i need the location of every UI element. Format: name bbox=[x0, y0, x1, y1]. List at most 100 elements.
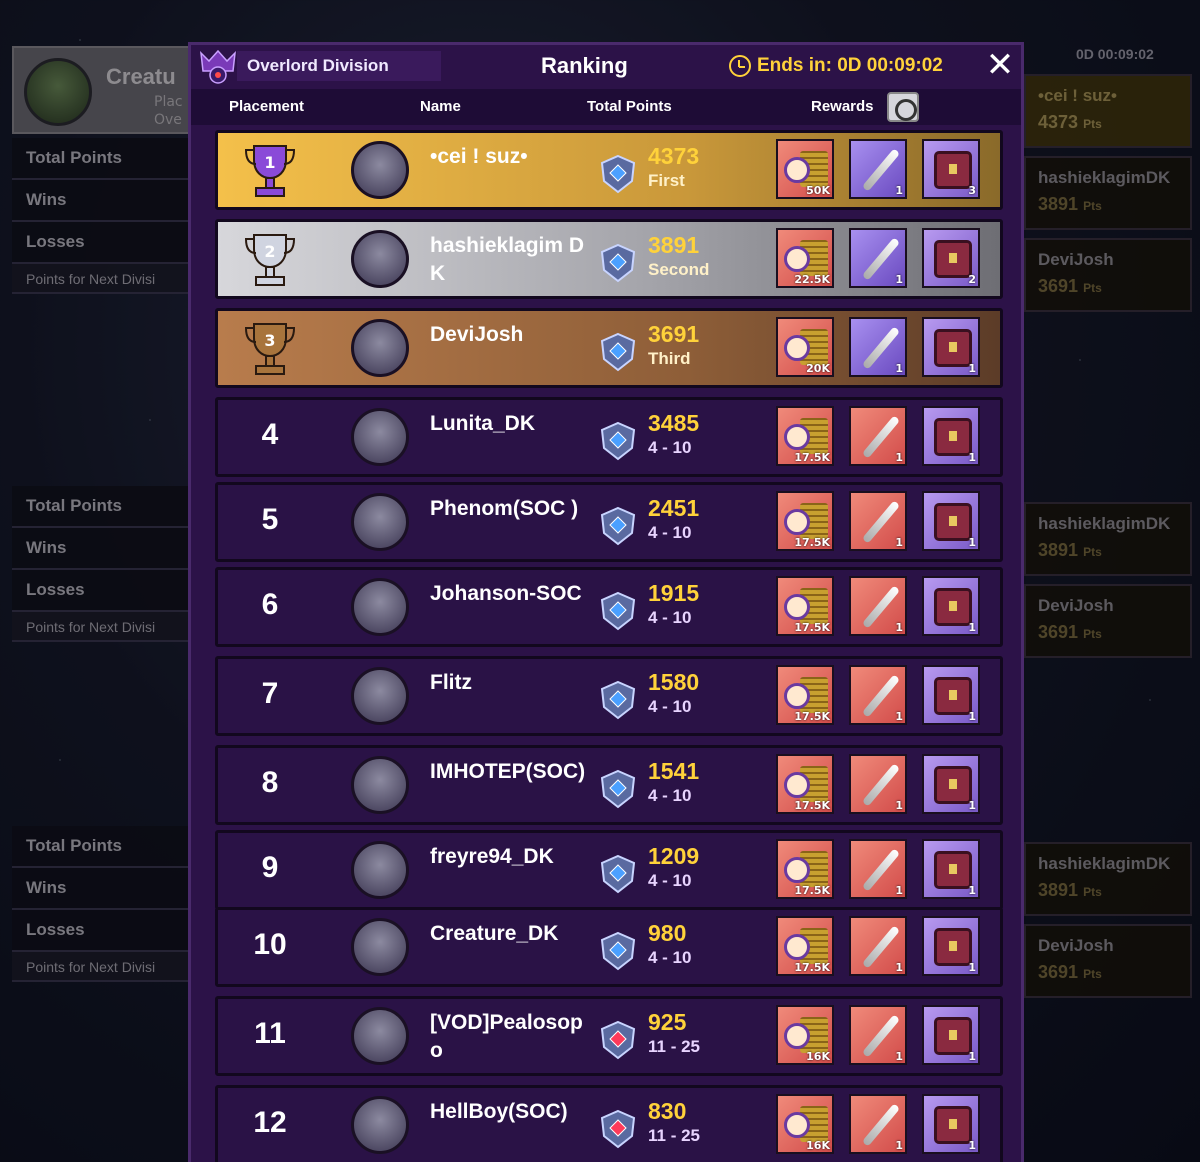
chest-reward-icon[interactable]: 1 bbox=[922, 576, 980, 636]
ranking-row[interactable]: 12 HellBoy(SOC) 830 11 - 25 16K 1 1 bbox=[215, 1085, 1003, 1162]
coin-reward-icon[interactable]: 17.5K bbox=[776, 576, 834, 636]
chest-reward-icon[interactable]: 1 bbox=[922, 754, 980, 814]
sword-reward-icon[interactable]: 1 bbox=[849, 317, 907, 377]
ranking-row[interactable]: 7 Flitz 1580 4 - 10 17.5K 1 1 bbox=[215, 656, 1003, 736]
player-avatar[interactable] bbox=[351, 1096, 409, 1154]
trophy-icon: 3 bbox=[244, 323, 296, 375]
close-button[interactable]: ✕ bbox=[985, 48, 1015, 82]
coin-reward-icon[interactable]: 22.5K bbox=[776, 228, 834, 288]
reward-count: 16K bbox=[806, 1050, 830, 1063]
ranking-row[interactable]: 11 [VOD]Pealosopo 925 11 - 25 16K 1 1 bbox=[215, 996, 1003, 1076]
chest-reward-icon[interactable]: 3 bbox=[922, 139, 980, 199]
rank-shield-icon bbox=[600, 332, 636, 372]
ranking-row[interactable]: 8 IMHOTEP(SOC) 1541 4 - 10 17.5K 1 1 bbox=[215, 745, 1003, 825]
chest-reward-icon[interactable]: 1 bbox=[922, 665, 980, 725]
sword-reward-icon[interactable]: 1 bbox=[849, 491, 907, 551]
ranking-row[interactable]: 4 Lunita_DK 3485 4 - 10 17.5K 1 1 bbox=[215, 397, 1003, 477]
player-name[interactable]: Johanson-SOC bbox=[430, 580, 590, 608]
reward-count: 2 bbox=[968, 273, 976, 286]
sword-reward-icon[interactable]: 1 bbox=[849, 228, 907, 288]
player-avatar[interactable] bbox=[351, 230, 409, 288]
ranking-row[interactable]: 1 •cei ! suz• 4373 First 50K 1 3 bbox=[215, 130, 1003, 210]
player-name[interactable]: [VOD]Pealosopo bbox=[430, 1009, 590, 1065]
chest-reward-icon[interactable]: 1 bbox=[922, 1094, 980, 1154]
reward-count: 1 bbox=[895, 799, 903, 812]
placement-number: 8 bbox=[261, 766, 279, 799]
ranking-row[interactable]: 9 freyre94_DK 1209 4 - 10 17.5K 1 1 bbox=[215, 830, 1003, 910]
trophy-icon: 2 bbox=[244, 234, 296, 286]
placement-number: 10 bbox=[253, 928, 287, 961]
player-points: 2451 bbox=[648, 495, 700, 521]
rank-shield-icon bbox=[600, 1109, 636, 1149]
reward-count: 1 bbox=[895, 884, 903, 897]
player-avatar[interactable] bbox=[351, 141, 409, 199]
player-name[interactable]: Phenom(SOC ) bbox=[430, 495, 590, 523]
sword-reward-icon[interactable]: 1 bbox=[849, 754, 907, 814]
coin-reward-icon[interactable]: 17.5K bbox=[776, 916, 834, 976]
sword-reward-icon[interactable]: 1 bbox=[849, 406, 907, 466]
player-name[interactable]: HellBoy(SOC) bbox=[430, 1098, 590, 1126]
sword-reward-icon[interactable]: 1 bbox=[849, 1094, 907, 1154]
ranking-row[interactable]: 3 DeviJosh 3691 Third 20K 1 1 bbox=[215, 308, 1003, 388]
chest-reward-icon[interactable]: 1 bbox=[922, 317, 980, 377]
coin-reward-icon[interactable]: 17.5K bbox=[776, 839, 834, 899]
reward-count: 17.5K bbox=[794, 961, 830, 974]
player-avatar[interactable] bbox=[351, 841, 409, 899]
placement-range: 4 - 10 bbox=[648, 438, 692, 457]
player-name[interactable]: freyre94_DK bbox=[430, 843, 590, 871]
ranking-row[interactable]: 6 Johanson-SOC 1915 4 - 10 17.5K 1 1 bbox=[215, 567, 1003, 647]
coin-reward-icon[interactable]: 20K bbox=[776, 317, 834, 377]
placement-number: 12 bbox=[253, 1106, 287, 1139]
player-name[interactable]: DeviJosh bbox=[430, 321, 590, 349]
rank-shield-icon bbox=[600, 769, 636, 809]
chest-reward-icon[interactable]: 1 bbox=[922, 491, 980, 551]
player-name[interactable]: hashieklagim DK bbox=[430, 232, 590, 288]
sword-reward-icon[interactable]: 1 bbox=[849, 139, 907, 199]
coin-reward-icon[interactable]: 16K bbox=[776, 1005, 834, 1065]
player-name[interactable]: •cei ! suz• bbox=[430, 143, 590, 171]
coin-reward-icon[interactable]: 16K bbox=[776, 1094, 834, 1154]
coin-reward-icon[interactable]: 17.5K bbox=[776, 665, 834, 725]
chest-reward-icon[interactable]: 1 bbox=[922, 406, 980, 466]
player-avatar[interactable] bbox=[351, 319, 409, 377]
player-avatar[interactable] bbox=[351, 578, 409, 636]
ranking-row[interactable]: 10 Creature_DK 980 4 - 10 17.5K 1 1 bbox=[215, 907, 1003, 987]
player-points: 1209 bbox=[648, 843, 700, 869]
sword-reward-icon[interactable]: 1 bbox=[849, 1005, 907, 1065]
reward-count: 17.5K bbox=[794, 536, 830, 549]
player-avatar[interactable] bbox=[351, 493, 409, 551]
placement-range: 4 - 10 bbox=[648, 608, 692, 627]
reward-count: 1 bbox=[968, 1050, 976, 1063]
chest-reward-icon[interactable]: 1 bbox=[922, 839, 980, 899]
rewards-info-icon[interactable] bbox=[887, 92, 919, 122]
ranking-row[interactable]: 5 Phenom(SOC ) 2451 4 - 10 17.5K 1 1 bbox=[215, 482, 1003, 562]
player-name[interactable]: Flitz bbox=[430, 669, 590, 697]
placement-range: Second bbox=[648, 260, 710, 279]
player-avatar[interactable] bbox=[351, 756, 409, 814]
player-avatar[interactable] bbox=[351, 408, 409, 466]
player-points: 1915 bbox=[648, 580, 700, 606]
sword-reward-icon[interactable]: 1 bbox=[849, 839, 907, 899]
player-name[interactable]: Creature_DK bbox=[430, 920, 590, 948]
player-name[interactable]: Lunita_DK bbox=[430, 410, 590, 438]
chest-reward-icon[interactable]: 2 bbox=[922, 228, 980, 288]
svg-text:2: 2 bbox=[264, 242, 275, 261]
reward-count: 17.5K bbox=[794, 451, 830, 464]
player-avatar[interactable] bbox=[351, 667, 409, 725]
ranking-row[interactable]: 2 hashieklagim DK 3891 Second 22.5K 1 2 bbox=[215, 219, 1003, 299]
sword-reward-icon[interactable]: 1 bbox=[849, 665, 907, 725]
coin-reward-icon[interactable]: 50K bbox=[776, 139, 834, 199]
coin-reward-icon[interactable]: 17.5K bbox=[776, 754, 834, 814]
sword-reward-icon[interactable]: 1 bbox=[849, 916, 907, 976]
player-avatar[interactable] bbox=[351, 1007, 409, 1065]
player-avatar[interactable] bbox=[351, 918, 409, 976]
header-name: Name bbox=[420, 98, 461, 115]
chest-reward-icon[interactable]: 1 bbox=[922, 1005, 980, 1065]
player-name[interactable]: IMHOTEP(SOC) bbox=[430, 758, 590, 786]
sword-reward-icon[interactable]: 1 bbox=[849, 576, 907, 636]
coin-reward-icon[interactable]: 17.5K bbox=[776, 406, 834, 466]
rank-shield-icon bbox=[600, 154, 636, 194]
player-points: 4373 bbox=[648, 143, 700, 169]
coin-reward-icon[interactable]: 17.5K bbox=[776, 491, 834, 551]
chest-reward-icon[interactable]: 1 bbox=[922, 916, 980, 976]
